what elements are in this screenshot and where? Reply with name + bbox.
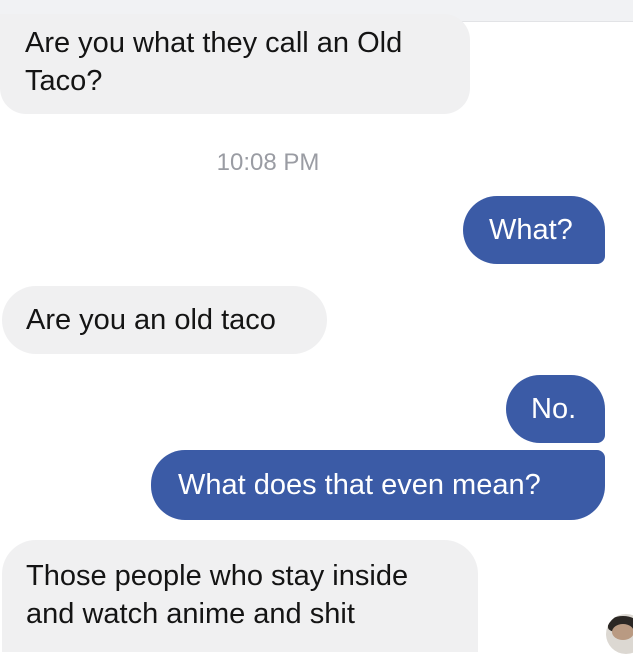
message-outgoing[interactable]: No. xyxy=(506,375,605,443)
message-outgoing[interactable]: What? xyxy=(463,196,605,264)
avatar-face xyxy=(612,624,633,640)
message-incoming[interactable]: Those people who stay inside and watch a… xyxy=(2,540,478,652)
message-incoming[interactable]: Are you what they call an Old Taco? xyxy=(0,14,470,114)
message-outgoing[interactable]: What does that even mean? xyxy=(151,450,605,520)
message-incoming[interactable]: Are you an old taco xyxy=(2,286,327,354)
user-avatar-icon[interactable] xyxy=(606,614,633,654)
message-timestamp: 10:08 PM xyxy=(216,149,320,176)
